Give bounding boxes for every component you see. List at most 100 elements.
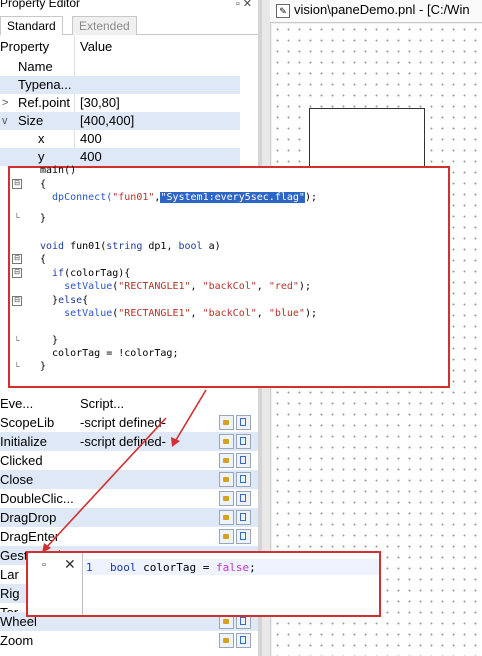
event-value[interactable]: -script defined- <box>80 432 166 451</box>
fold-toggle-icon[interactable]: ⊟ <box>12 296 22 306</box>
code-text: ); <box>298 281 311 292</box>
code-text: } <box>40 361 47 372</box>
fold-end-marker: └ <box>14 213 20 222</box>
fold-toggle-icon[interactable]: ⊟ <box>12 268 22 278</box>
script-document-icon[interactable] <box>236 529 251 544</box>
event-row-dragenter[interactable]: DragEnter <box>0 527 258 546</box>
code-line[interactable]: dpConnect("fun01","System1:every5sec.fla… <box>40 191 317 205</box>
code-string: "red" <box>268 281 299 292</box>
property-row-size-x[interactable]: x 400 <box>0 130 240 148</box>
column-header-value: Value <box>80 39 113 54</box>
code-line[interactable]: void fun01(string dp1, bool a) <box>40 240 221 254</box>
script-document-icon[interactable] <box>236 415 251 430</box>
edit-script-icon[interactable] <box>219 415 234 430</box>
event-name: DragDrop <box>0 510 57 525</box>
event-name: Initialize <box>0 434 47 449</box>
event-row-zoom[interactable]: Zoom <box>0 631 258 650</box>
property-row-name[interactable]: Name <box>0 58 240 76</box>
line-number: 1 <box>86 561 93 574</box>
property-row-size-y[interactable]: y 400 <box>0 148 240 166</box>
tab-standard[interactable]: Standard <box>0 16 63 35</box>
script-document-icon[interactable] <box>236 453 251 468</box>
property-value[interactable]: 400 <box>80 130 102 148</box>
code-keyword: bool <box>110 561 137 574</box>
code-line[interactable]: }else{ <box>40 294 88 308</box>
property-row-typename[interactable]: Typena... <box>0 76 240 94</box>
event-value[interactable]: -script defined- <box>80 413 166 432</box>
selected-code-string[interactable]: "System1:every5sec.flag" <box>160 192 305 203</box>
script-editor-popup[interactable]: ⊟ └ ⊟ ⊟ ⊟ └ └ main() { dpConnect("fun01"… <box>8 164 450 388</box>
edit-script-icon[interactable] <box>219 472 234 487</box>
property-row-size[interactable]: v Size [400,400] <box>0 112 240 130</box>
code-text: , <box>190 281 203 292</box>
edit-script-icon[interactable] <box>219 453 234 468</box>
edit-script-icon[interactable] <box>219 510 234 525</box>
edit-script-icon[interactable] <box>219 434 234 449</box>
event-name: Lar <box>0 567 19 582</box>
code-line[interactable]: bool colorTag = false; <box>110 561 256 574</box>
edit-script-icon[interactable] <box>219 491 234 506</box>
chevron-down-icon[interactable]: v <box>2 112 8 130</box>
event-row-close[interactable]: Close <box>0 470 258 489</box>
fold-toggle-icon[interactable]: ⊟ <box>12 179 22 189</box>
code-line[interactable]: { <box>40 178 46 192</box>
code-text: a) <box>202 241 221 252</box>
event-name: ScopeLib <box>0 415 55 430</box>
code-text: colorTag = !colorTag; <box>40 348 179 359</box>
code-line[interactable]: { <box>40 253 46 267</box>
script-document-icon[interactable] <box>236 472 251 487</box>
code-line[interactable]: if(colorTag){ <box>40 267 130 281</box>
code-text: , <box>190 308 203 319</box>
code-line[interactable]: } <box>40 212 46 226</box>
script-document-icon[interactable] <box>236 491 251 506</box>
code-line[interactable]: main() <box>40 164 76 178</box>
popup-titlebar: ▫ ✕ <box>28 553 82 579</box>
property-editor-title: Property Editor <box>0 0 81 10</box>
chevron-right-icon[interactable]: > <box>2 94 8 112</box>
property-row-refpoint[interactable]: > Ref.point [30,80] <box>0 94 240 112</box>
edit-script-icon[interactable] <box>219 529 234 544</box>
event-name: Clicked <box>0 453 43 468</box>
code-text: { <box>40 254 47 265</box>
code-line[interactable]: } <box>40 334 58 348</box>
float-window-icon[interactable]: ▫ <box>42 559 46 571</box>
code-text: , <box>256 281 269 292</box>
panel-float-close-icons[interactable]: ▫ ✕ <box>236 0 252 10</box>
code-string: "backCol" <box>202 308 257 319</box>
close-icon[interactable]: ✕ <box>64 556 76 573</box>
code-line[interactable]: setValue("RECTANGLE1", "backCol", "red")… <box>40 280 311 294</box>
code-text: , <box>256 308 269 319</box>
code-line[interactable]: } <box>40 360 46 374</box>
event-row-clicked[interactable]: Clicked <box>0 451 258 470</box>
column-header-property: Property <box>0 39 50 54</box>
code-line[interactable]: colorTag = !colorTag; <box>40 347 178 361</box>
code-keyword: bool <box>178 241 203 252</box>
property-value[interactable]: [30,80] <box>80 94 120 112</box>
script-document-icon[interactable] <box>236 434 251 449</box>
fold-toggle-icon[interactable]: ⊟ <box>12 254 22 264</box>
code-line[interactable]: setValue("RECTANGLE1", "backCol", "blue"… <box>40 307 317 321</box>
script-document-icon[interactable] <box>236 633 251 648</box>
scopelib-script-popup[interactable]: ▫ ✕ 1 bool colorTag = false; <box>26 551 381 617</box>
code-text: main() <box>40 165 77 176</box>
tab-extended[interactable]: Extended <box>72 16 137 35</box>
event-row-doubleclicked[interactable]: DoubleClic... <box>0 489 258 508</box>
script-document-icon[interactable] <box>236 510 251 525</box>
event-row-scopelib[interactable]: ScopeLib -script defined- <box>0 413 258 432</box>
property-value[interactable]: 400 <box>80 148 102 166</box>
panel-document-title: vision\paneDemo.pnl - [C:/Win <box>294 2 470 17</box>
code-text: } <box>40 295 59 306</box>
property-value[interactable]: [400,400] <box>80 112 134 130</box>
code-keyword: void <box>40 241 65 252</box>
code-keyword: else <box>58 295 83 306</box>
code-text: ); <box>304 192 317 203</box>
event-row-dragdrop[interactable]: DragDrop <box>0 508 258 527</box>
code-keyword: string <box>106 241 143 252</box>
code-text: } <box>40 213 47 224</box>
fold-end-marker: └ <box>14 336 20 345</box>
code-text: } <box>40 335 59 346</box>
edit-script-icon[interactable] <box>219 633 234 648</box>
fold-end-marker: └ <box>14 362 20 371</box>
panel-document-tab[interactable]: ✎ vision\paneDemo.pnl - [C:/Win <box>270 0 482 23</box>
event-row-initialize[interactable]: Initialize -script defined- <box>0 432 258 451</box>
